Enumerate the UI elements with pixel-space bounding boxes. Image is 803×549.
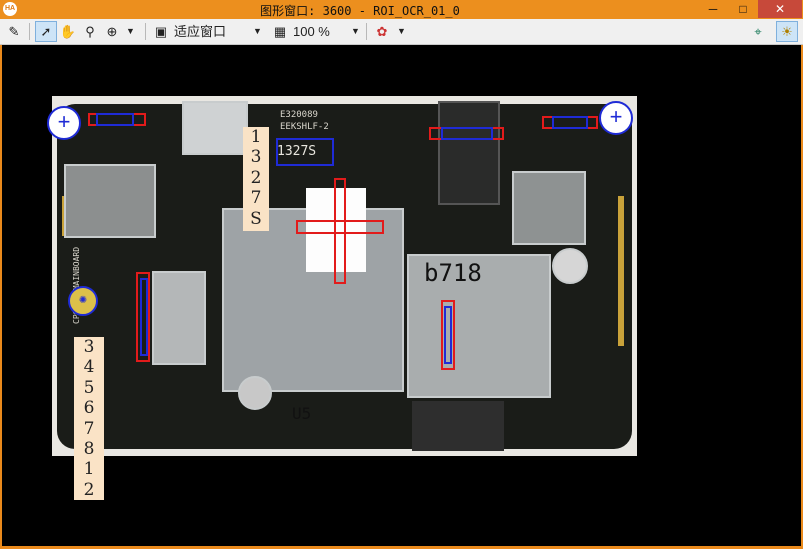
roi-box[interactable] [96, 113, 134, 126]
zoom-plus-dropdown-icon[interactable]: ▼ [126, 22, 135, 41]
ocr-char: 3 [250, 147, 262, 168]
graphics-window[interactable]: E320089 EEKSHLF-2 1327S b718 CP8750_MAIN… [2, 45, 801, 546]
toolbar: ✎ ➚ ✋ ⚲ ⊕ ▼ ▣ 适应窗口 ▼ ▦ 100 % ▼ ✿ ▼ ⌖ ☀ [0, 19, 803, 45]
ocr-char: 7 [83, 418, 95, 439]
pan-hand-icon[interactable]: ✋ [58, 22, 78, 41]
minimize-button[interactable]: ─ [700, 0, 726, 18]
ocr-char: 3 [83, 337, 95, 357]
round-pad [552, 248, 588, 284]
zoom-level-dropdown-icon[interactable]: ▼ [351, 22, 360, 41]
roi-box[interactable] [552, 116, 588, 129]
toolbar-separator [366, 23, 367, 40]
fit-window-dropdown-icon[interactable]: ▼ [253, 22, 262, 41]
zoom-magnifier-icon[interactable]: ⚲ [80, 22, 100, 41]
lightbulb-icon[interactable]: ☀ [776, 21, 798, 42]
roi-box[interactable] [140, 278, 148, 356]
toolbar-separator [29, 23, 30, 40]
shield-can [512, 171, 586, 245]
window-title: 图形窗口: 3600 - ROI_OCR_01_0 [260, 4, 460, 18]
ocr-char: 4 [83, 357, 95, 378]
fit-window-select[interactable]: 适应窗口 [174, 22, 226, 41]
ocr-char: 6 [83, 398, 95, 419]
ocr-char: 8 [83, 439, 95, 460]
ocr-result-top: 1 3 2 7 S [243, 127, 269, 231]
edit-icon[interactable]: ✎ [4, 22, 24, 41]
cert-marking: E320089 [280, 110, 318, 120]
shield-can [64, 164, 156, 238]
connector [152, 271, 206, 365]
ocr-char: 1 [250, 127, 262, 147]
roi-box[interactable] [441, 127, 493, 140]
ocr-char: 7 [250, 188, 262, 209]
pointer-icon[interactable]: ➚ [35, 21, 57, 42]
zoom-plus-icon[interactable]: ⊕ [102, 22, 122, 41]
fiducial-mark-left-icon[interactable]: + [47, 106, 81, 140]
zoom-icon: ▦ [273, 24, 287, 39]
roi-box[interactable] [444, 306, 452, 364]
roi-box[interactable] [276, 138, 334, 166]
toolbar-separator [145, 23, 146, 40]
maximize-button[interactable]: □ [730, 0, 756, 18]
fiducial-mark-right-icon[interactable]: + [599, 101, 633, 135]
close-button[interactable]: ✕ [758, 0, 802, 18]
gold-contact [618, 196, 624, 346]
pcb-image: E320089 EEKSHLF-2 1327S b718 CP8750_MAIN… [52, 96, 637, 456]
ocr-char: S [250, 208, 262, 229]
part-marking: EEKSHLF-2 [280, 122, 329, 132]
ocr-char: 1 [83, 459, 95, 480]
roi-box[interactable] [296, 220, 384, 234]
color-tool-icon[interactable]: ✿ [372, 22, 392, 41]
usb-port [182, 101, 248, 155]
ocr-char: 2 [250, 167, 262, 188]
title-bar: HA 图形窗口: 3600 - ROI_OCR_01_0 ─ □ ✕ [0, 0, 803, 19]
battery-connector [412, 401, 504, 451]
qa-seal-icon: ✺ [68, 286, 98, 316]
ocr-result-left: 3 4 5 6 7 8 1 2 [74, 337, 104, 500]
ocr-char: 5 [83, 377, 95, 398]
zoom-level-select[interactable]: 100 % [293, 22, 330, 41]
ul-mark: U5 [292, 404, 312, 423]
audio-jack [438, 101, 500, 205]
vibration-motor [238, 376, 272, 410]
card-mark: b718 [424, 259, 482, 287]
color-tool-dropdown-icon[interactable]: ▼ [397, 22, 406, 41]
roi-inspect-icon[interactable]: ⌖ [748, 22, 768, 41]
ocr-char: 2 [83, 479, 95, 500]
fit-window-icon[interactable]: ▣ [151, 22, 171, 41]
